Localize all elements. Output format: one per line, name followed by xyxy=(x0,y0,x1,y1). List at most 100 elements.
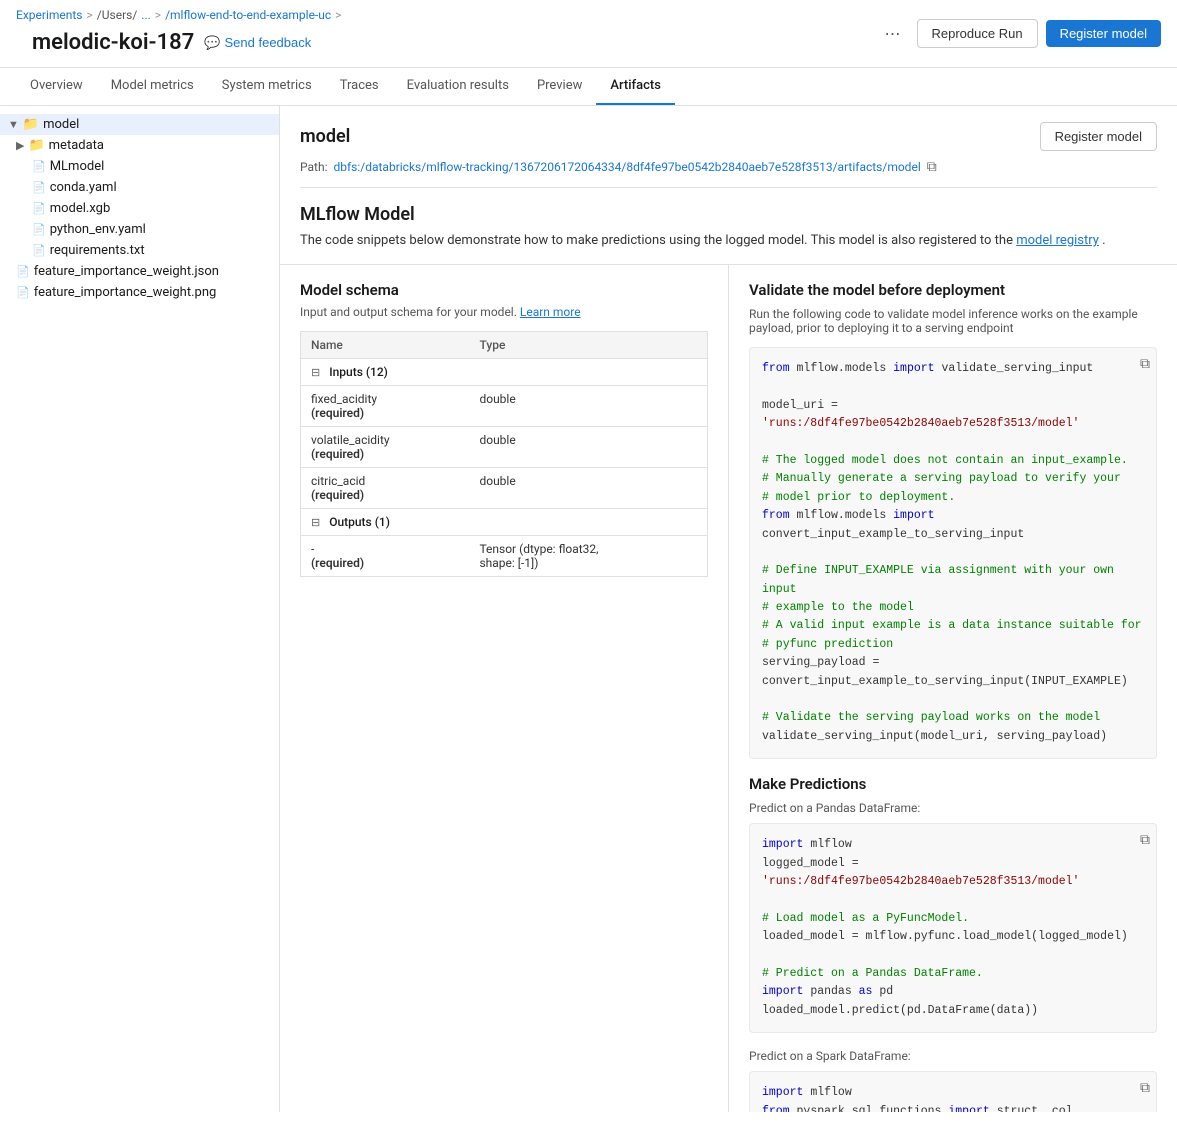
file-icon-model-xgb: 📄 xyxy=(32,202,46,215)
register-model-header-button[interactable]: Register model xyxy=(1046,20,1161,47)
field-name-output: - xyxy=(311,542,459,556)
breadcrumb: Experiments > /Users/ ... > /mlflow-end-… xyxy=(16,8,341,22)
mlflow-desc: The code snippets below demonstrate how … xyxy=(300,233,1157,248)
tab-system-metrics[interactable]: System metrics xyxy=(208,68,326,105)
tree-label-metadata: metadata xyxy=(49,138,104,153)
tabs-bar: Overview Model metrics System metrics Tr… xyxy=(0,68,1177,106)
path-row: Path: dbfs:/databricks/mlflow-tracking/1… xyxy=(280,159,1177,187)
col-header-name: Name xyxy=(301,332,470,359)
copy-pandas-code-icon[interactable]: ⧉ xyxy=(1140,830,1150,852)
tab-traces[interactable]: Traces xyxy=(326,68,393,105)
outputs-expand-icon[interactable]: ⊟ xyxy=(311,516,320,529)
copy-spark-code-icon[interactable]: ⧉ xyxy=(1140,1078,1150,1100)
copy-path-icon[interactable]: ⧉ xyxy=(927,159,937,175)
page-title: melodic-koi-187 xyxy=(32,30,194,55)
tree-item-feature-png[interactable]: 📄 feature_importance_weight.png xyxy=(0,282,279,303)
breadcrumb-sep2: > xyxy=(155,8,161,22)
schema-desc: Input and output schema for your model. … xyxy=(300,305,708,319)
tree-label-model: model xyxy=(43,117,79,132)
reproduce-run-button[interactable]: Reproduce Run xyxy=(917,19,1038,48)
outputs-group-row: ⊟ Outputs (1) xyxy=(301,509,708,536)
col-header-type: Type xyxy=(469,332,707,359)
breadcrumb-experiments[interactable]: Experiments xyxy=(16,8,83,22)
tree-item-python-env[interactable]: 📄 python_env.yaml xyxy=(0,219,279,240)
header-actions: ⋯ Reproduce Run Register model xyxy=(877,19,1162,48)
collapse-icon-meta: ▶ xyxy=(16,139,24,152)
tree-item-model-xgb[interactable]: 📄 model.xgb xyxy=(0,198,279,219)
sidebar: ▼ 📁 model ▶ 📁 metadata 📄 MLmodel 📄 conda… xyxy=(0,106,280,1112)
field-required-citric-acid: (required) xyxy=(311,488,459,502)
schema-learn-more-link[interactable]: Learn more xyxy=(520,305,581,319)
tree-item-requirements[interactable]: 📄 requirements.txt xyxy=(0,240,279,261)
file-icon-feature-json: 📄 xyxy=(16,265,30,278)
feedback-button[interactable]: 💬 Send feedback xyxy=(204,35,311,51)
validate-desc: Run the following code to validate model… xyxy=(749,307,1157,335)
predict-spark-code-block: ⧉ import mlflow from pyspark.sql.functio… xyxy=(749,1071,1157,1112)
feedback-icon: 💬 xyxy=(204,35,220,51)
predict-spark-label: Predict on a Spark DataFrame: xyxy=(749,1049,1157,1063)
file-icon-requirements: 📄 xyxy=(32,244,46,257)
more-options-button[interactable]: ⋯ xyxy=(877,20,909,48)
tab-artifacts[interactable]: Artifacts xyxy=(596,68,675,105)
field-name-citric-acid: citric_acid xyxy=(311,474,459,488)
tree-label-requirements: requirements.txt xyxy=(50,243,145,258)
tree-item-feature-json[interactable]: 📄 feature_importance_weight.json xyxy=(0,261,279,282)
field-type-volatile-acidity: double xyxy=(469,427,707,468)
tab-overview[interactable]: Overview xyxy=(16,68,97,105)
tab-evaluation-results[interactable]: Evaluation results xyxy=(393,68,523,105)
code-section: Validate the model before deployment Run… xyxy=(729,265,1177,1112)
field-required-output: (required) xyxy=(311,556,459,570)
file-icon-conda: 📄 xyxy=(32,181,46,194)
path-label: Path: xyxy=(300,160,327,174)
tree-label-feature-png: feature_importance_weight.png xyxy=(34,285,217,300)
breadcrumb-users: /Users/ xyxy=(97,8,138,22)
tree-item-conda[interactable]: 📄 conda.yaml xyxy=(0,177,279,198)
folder-icon: 📁 xyxy=(23,117,39,132)
copy-validate-code-icon[interactable]: ⧉ xyxy=(1140,354,1150,376)
field-required-volatile-acidity: (required) xyxy=(311,447,459,461)
inputs-expand-icon[interactable]: ⊟ xyxy=(311,366,320,379)
field-type-fixed-acidity: double xyxy=(469,386,707,427)
model-header: model Register model xyxy=(280,106,1177,159)
breadcrumb-sep3: > xyxy=(335,8,341,22)
tab-model-metrics[interactable]: Model metrics xyxy=(97,68,208,105)
schema-section: Model schema Input and output schema for… xyxy=(280,265,729,1112)
folder-icon-meta: 📁 xyxy=(28,138,44,153)
tree-label-mlmodel: MLmodel xyxy=(50,159,105,174)
predict-pandas-code-block: ⧉ import mlflow logged_model = 'runs:/8d… xyxy=(749,823,1157,1033)
model-registry-link[interactable]: model registry xyxy=(1016,233,1099,248)
predict-pandas-label: Predict on a Pandas DataFrame: xyxy=(749,801,1157,815)
field-required-fixed-acidity: (required) xyxy=(311,406,459,420)
tab-preview[interactable]: Preview xyxy=(523,68,596,105)
collapse-icon: ▼ xyxy=(8,118,19,131)
tree-item-model[interactable]: ▼ 📁 model xyxy=(0,114,279,135)
file-icon-feature-png: 📄 xyxy=(16,286,30,299)
tree-item-metadata[interactable]: ▶ 📁 metadata xyxy=(0,135,279,156)
content-area: model Register model Path: dbfs:/databri… xyxy=(280,106,1177,1112)
file-icon-python-env: 📄 xyxy=(32,223,46,236)
breadcrumb-users-path[interactable]: ... xyxy=(141,8,151,22)
file-icon-mlmodel: 📄 xyxy=(32,160,46,173)
field-type-citric-acid: double xyxy=(469,468,707,509)
model-content-title: model xyxy=(300,126,350,147)
mlflow-title: MLflow Model xyxy=(300,204,1157,225)
tree-label-model-xgb: model.xgb xyxy=(50,201,111,216)
field-name-volatile-acidity: volatile_acidity xyxy=(311,433,459,447)
schema-table: Name Type ⊟ Inputs (12) xyxy=(300,331,708,577)
two-column-section: Model schema Input and output schema for… xyxy=(280,264,1177,1112)
path-value: dbfs:/databricks/mlflow-tracking/1367206… xyxy=(333,160,920,174)
outputs-label: Outputs (1) xyxy=(329,515,390,529)
tree-label-feature-json: feature_importance_weight.json xyxy=(34,264,219,279)
breadcrumb-run[interactable]: /mlflow-end-to-end-example-uc xyxy=(165,8,331,22)
feedback-label: Send feedback xyxy=(225,35,312,50)
main-layout: ▼ 📁 model ▶ 📁 metadata 📄 MLmodel 📄 conda… xyxy=(0,106,1177,1112)
predict-title: Make Predictions xyxy=(749,775,1157,793)
inputs-label: Inputs (12) xyxy=(329,365,388,379)
inputs-group-row: ⊟ Inputs (12) xyxy=(301,359,708,386)
tree-item-mlmodel[interactable]: 📄 MLmodel xyxy=(0,156,279,177)
breadcrumb-sep1: > xyxy=(87,8,93,22)
register-model-content-button[interactable]: Register model xyxy=(1040,122,1157,151)
validate-title: Validate the model before deployment xyxy=(749,281,1157,299)
table-row: volatile_acidity (required) double xyxy=(301,427,708,468)
tree-label-conda: conda.yaml xyxy=(50,180,117,195)
